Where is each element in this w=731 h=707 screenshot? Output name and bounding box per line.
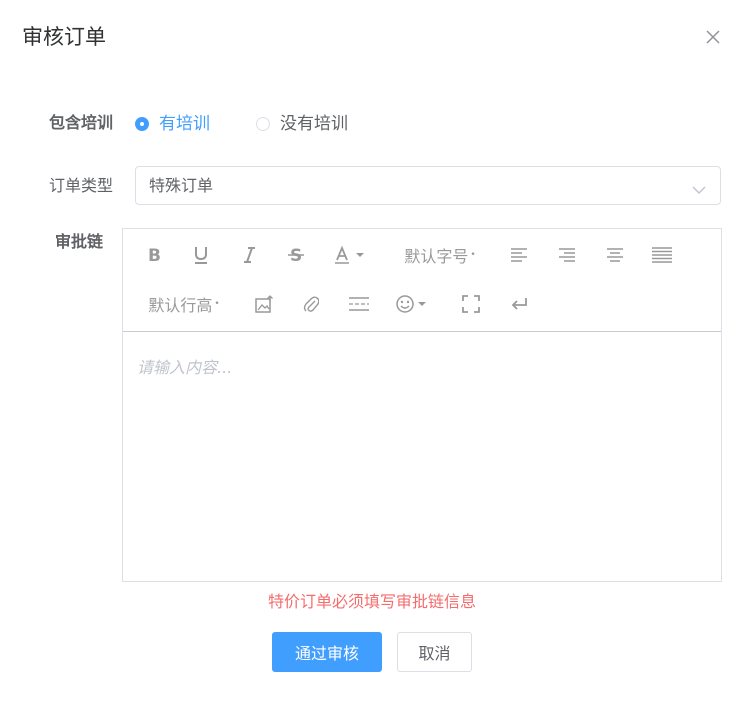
cancel-button[interactable]: 取消 bbox=[397, 632, 472, 672]
bold-icon[interactable]: B bbox=[143, 243, 165, 267]
error-message: 特价订单必须填写审批链信息 bbox=[267, 592, 476, 611]
radio-label: 有培训 bbox=[159, 114, 210, 134]
horizontal-rule-icon[interactable] bbox=[347, 292, 371, 316]
approval-chain-label: 审批链 bbox=[55, 232, 104, 251]
svg-text:B: B bbox=[148, 246, 161, 264]
align-justify-icon[interactable] bbox=[650, 243, 674, 267]
underline-icon[interactable] bbox=[190, 243, 212, 267]
editor-toolbar: B S 默认字号 • 默认行高 • bbox=[123, 229, 721, 332]
rich-text-editor[interactable]: B S 默认字号 • 默认行高 • 请输入内容... bbox=[122, 228, 722, 582]
caret-icon: • bbox=[214, 299, 220, 309]
order-type-select[interactable]: 特殊订单 bbox=[135, 166, 721, 205]
font-color-icon[interactable] bbox=[333, 243, 369, 267]
align-right-icon[interactable] bbox=[556, 243, 578, 267]
caret-icon: • bbox=[470, 250, 476, 260]
order-type-label: 订单类型 bbox=[49, 176, 114, 195]
line-height-dropdown[interactable]: 默认行高 • bbox=[144, 292, 224, 316]
font-size-label: 默认字号 bbox=[404, 247, 469, 266]
radio-checked-icon bbox=[135, 117, 149, 131]
image-upload-icon[interactable] bbox=[253, 292, 275, 316]
close-icon[interactable] bbox=[704, 28, 722, 46]
line-height-label: 默认行高 bbox=[148, 296, 213, 315]
chevron-down-icon bbox=[692, 180, 706, 194]
line-break-icon[interactable] bbox=[508, 292, 530, 316]
fullscreen-icon[interactable] bbox=[460, 292, 482, 316]
attachment-icon[interactable] bbox=[300, 292, 322, 316]
strikethrough-icon[interactable]: S bbox=[285, 243, 307, 267]
approve-order-dialog: 审核订单 包含培训 有培训 没有培训 订单类型 特殊订单 审批链 B S 默认字… bbox=[0, 0, 731, 707]
emoji-icon[interactable] bbox=[395, 292, 431, 316]
order-type-value: 特殊订单 bbox=[149, 176, 214, 195]
italic-icon[interactable] bbox=[238, 243, 260, 267]
radio-has-training[interactable]: 有培训 bbox=[135, 112, 210, 136]
dialog-title: 审核订单 bbox=[22, 25, 106, 49]
training-label: 包含培训 bbox=[49, 113, 114, 132]
editor-placeholder: 请输入内容... bbox=[137, 358, 233, 377]
align-left-icon[interactable] bbox=[508, 243, 530, 267]
radio-unchecked-icon bbox=[256, 117, 270, 131]
font-size-dropdown[interactable]: 默认字号 • bbox=[400, 243, 480, 267]
radio-no-training[interactable]: 没有培训 bbox=[256, 112, 348, 136]
radio-label: 没有培训 bbox=[280, 114, 348, 134]
approve-button[interactable]: 通过审核 bbox=[272, 632, 382, 672]
align-center-icon[interactable] bbox=[604, 243, 626, 267]
